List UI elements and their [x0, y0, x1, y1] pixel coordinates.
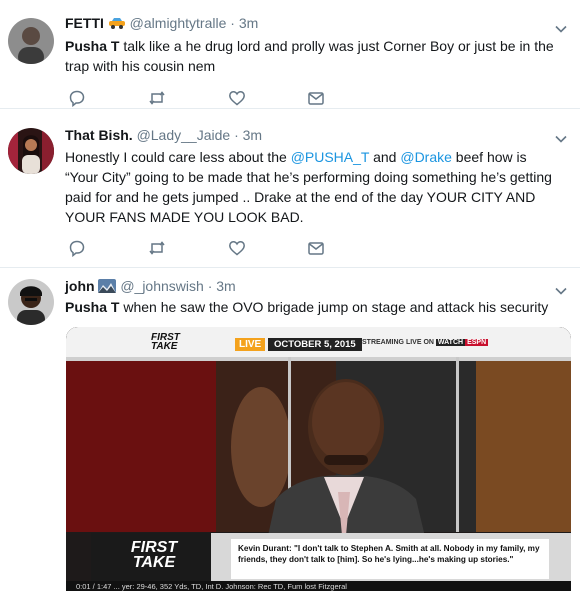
timestamp[interactable]: 3m: [243, 127, 262, 143]
live-badge: LIVE: [235, 338, 266, 351]
quote-caption: Kevin Durant: "I don't talk to Stephen A…: [238, 544, 540, 564]
display-name[interactable]: FETTI: [65, 15, 104, 31]
tweet-text-part: talk like a he drug lord and prolly was …: [65, 38, 554, 74]
tweet-text: Pusha T when he saw the OVO brigade jump…: [65, 297, 560, 317]
watch-text: WATCH: [435, 339, 466, 346]
user-handle[interactable]: @almightytralle: [130, 15, 227, 31]
timestamp[interactable]: 3m: [216, 278, 235, 294]
separator-dot: ·: [207, 278, 213, 294]
mention-link[interactable]: @Drake: [400, 149, 452, 165]
chevron-down-icon[interactable]: [554, 284, 568, 298]
logo-line-2: TAKE: [132, 554, 176, 571]
video-player[interactable]: FIRST TAKE LIVE OCTOBER 5, 2015 STREAMIN…: [66, 327, 571, 591]
direct-message-icon[interactable]: [307, 89, 325, 107]
sunrise-emoji: [98, 278, 120, 294]
chevron-down-icon[interactable]: [554, 22, 568, 36]
display-name[interactable]: john: [65, 278, 95, 294]
reply-icon[interactable]: [68, 89, 86, 108]
retweet-icon[interactable]: [148, 239, 166, 257]
avatar[interactable]: [8, 279, 54, 325]
streaming-text: STREAMING LIVE ON: [362, 339, 434, 346]
first-take-logo-bottom: FIRST TAKE: [104, 539, 204, 571]
display-name[interactable]: That Bish.: [65, 127, 133, 143]
tweet-text-part: and: [369, 149, 401, 165]
video-ticker: 0:01 / 1:47 ... yer: 29-46, 352 Yds, TD,…: [76, 582, 347, 591]
retweet-icon[interactable]: [148, 89, 166, 107]
mention-link[interactable]: @PUSHA_T: [291, 149, 370, 165]
user-handle[interactable]: @_johnswish: [120, 278, 203, 294]
tweet-text-bold[interactable]: Pusha T: [65, 299, 119, 315]
tweet-1[interactable]: FETTI @almightytralle · 3m Pusha T talk …: [0, 0, 580, 109]
first-take-logo-top: FIRST TAKE: [151, 332, 180, 352]
reply-icon[interactable]: [68, 239, 86, 258]
chevron-down-icon[interactable]: [554, 132, 568, 146]
broadcast-date: OCTOBER 5, 2015: [268, 338, 362, 351]
like-icon[interactable]: [228, 89, 246, 107]
tweet-text-part: Honestly I could care less about the: [65, 149, 291, 165]
user-handle[interactable]: @Lady__Jaide: [137, 127, 231, 143]
logo-line-1: FIRST: [130, 539, 178, 556]
tweet-text-bold[interactable]: Pusha T: [65, 38, 119, 54]
car-emoji: [108, 15, 130, 31]
separator-dot: ·: [230, 15, 235, 31]
direct-message-icon[interactable]: [307, 239, 325, 257]
separator-dot: ·: [234, 127, 239, 143]
like-icon[interactable]: [228, 239, 246, 257]
tweet-text: Honestly I could care less about the @PU…: [65, 147, 560, 227]
avatar[interactable]: [8, 18, 54, 64]
tweet-text: Pusha T talk like a he drug lord and pro…: [65, 36, 560, 76]
tweet-2[interactable]: That Bish. @Lady__Jaide · 3m Honestly I …: [0, 108, 580, 268]
tweet-text-part: when he saw the OVO brigade jump on stag…: [119, 299, 549, 315]
network-text: ESPN: [465, 339, 489, 346]
timestamp[interactable]: 3m: [239, 15, 258, 31]
streaming-label: STREAMING LIVE ON WATCH ESPN: [362, 339, 489, 346]
avatar[interactable]: [8, 128, 54, 174]
